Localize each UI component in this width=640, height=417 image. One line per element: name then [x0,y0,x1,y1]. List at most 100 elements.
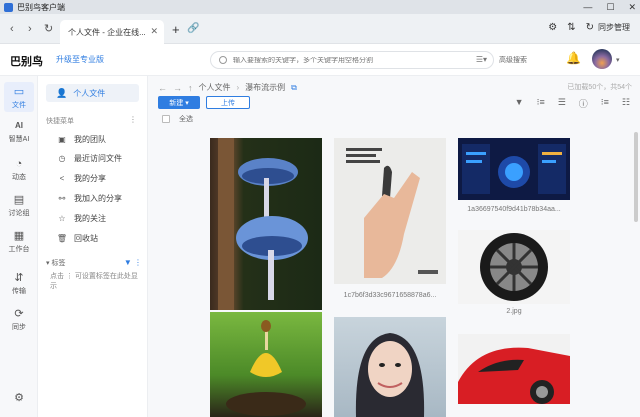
rail-item-activity[interactable]: ◔ 动态 [0,158,38,182]
maximize-icon[interactable]: ☐ [606,2,614,13]
search-box[interactable]: ☰▾ [210,51,494,69]
clock-icon: ◷ [58,154,66,163]
tab-personal-files[interactable]: 个人文件 - 企业在线... ✕ [60,20,164,44]
sidebar-item-joined-shares[interactable]: ⚯ 我加入的分享 [56,193,122,204]
load-count: 已加载50个，共54个 [567,84,632,91]
advanced-search-link[interactable]: 高级搜索 [499,55,527,65]
sidebar-item-recycle-bin[interactable]: 🗑 回收站 [56,233,98,244]
rail-item-discussion[interactable]: ▤ 讨论组 [0,194,38,218]
tabbar-tools: ⚙ ⇅ ↻ 同步管理 [548,22,630,33]
tab-close-icon[interactable]: ✕ [150,26,158,37]
tab-bar: ‹ › ↻ 个人文件 - 企业在线... ✕ + 🔗 ⚙ ⇅ ↻ 同步管理 [0,14,640,44]
upgrade-link[interactable]: 升级至专业版 [56,54,104,65]
rail-label: 同步 [12,324,26,331]
select-all-checkbox[interactable] [162,115,170,123]
detail-list-icon[interactable]: ⁝≡ [537,97,545,110]
image-thumbnail[interactable] [458,230,570,304]
sidebar-item-label: 我的团队 [74,135,106,144]
chevron-down-icon[interactable]: ▾ [616,56,620,64]
sidebar-item-label: 我的分享 [74,174,106,183]
copy-link-icon[interactable]: ⧉ [291,83,297,93]
upload-button[interactable]: 上传 [206,96,250,109]
gear-icon[interactable]: ⚙ [548,22,557,33]
breadcrumb-root[interactable]: 个人文件 [199,82,231,93]
forward-arrow-icon[interactable]: → [173,83,182,93]
file-name[interactable]: 1a36697540f9d41b78b34aa... [458,206,570,213]
list-icon[interactable]: ☰ [558,97,566,110]
file-name[interactable]: 1c7b6f3d33c9671658878a6... [334,292,446,299]
rail-item-sync[interactable]: ⟳ 同步 [0,308,38,332]
close-window-icon[interactable]: ✕ [628,2,636,13]
sync-arrows-icon[interactable]: ⇅ [567,22,575,33]
grid-icon[interactable]: ☷ [622,97,630,110]
window-title: 巴别鸟客户端 [17,2,65,12]
add-tab-icon[interactable]: + [172,22,180,37]
sort-icon[interactable]: ⁝≡ [601,97,609,110]
avatar[interactable] [592,49,612,69]
bell-icon[interactable]: 🔔 [566,51,581,65]
back-icon[interactable]: ‹ [10,23,14,35]
sync-icon[interactable]: ↻ [586,22,594,33]
image-thumbnail[interactable] [334,317,446,417]
ai-icon: AI [15,121,23,130]
file-name[interactable]: 2.jpg [458,308,570,315]
image-thumbnail[interactable] [210,138,322,310]
file-icon: ▭ [13,86,25,98]
filter-icon[interactable]: ☰▾ [476,55,487,64]
select-all[interactable]: 全选 [162,114,193,124]
rail-item-ai[interactable]: AI 智慧AI [0,120,38,144]
tags-label: ▾ 标签 [46,260,66,267]
rail-item-files[interactable]: ▭ 文件 [4,82,34,112]
rail-label: 传输 [12,288,26,295]
app-header: 巴别鸟 升级至专业版 ☰▾ 高级搜索 🔔 ▾ [0,44,640,76]
forward-icon[interactable]: › [28,23,32,35]
hand-illustration [346,148,438,278]
sync-manage-link[interactable]: 同步管理 [598,22,630,33]
tags-header[interactable]: ▾ 标签 ▼ ⋮ [46,258,142,268]
rail-item-settings[interactable]: ⚙ [0,392,38,404]
rail-item-transfer[interactable]: ⇵ 传输 [0,272,38,296]
rail-label: 工作台 [8,246,30,253]
filter-icon[interactable]: ▼ [515,97,524,110]
view-toolbar: ▼ ⁝≡ ☰ ⓘ ⁝≡ ☷ [515,97,630,110]
image-thumbnail[interactable] [210,312,322,417]
up-arrow-icon[interactable]: ↑ [188,83,193,93]
back-arrow-icon[interactable]: ← [158,83,167,93]
sidebar-item-label: 最近访问文件 [74,154,122,163]
rail-item-workbench[interactable]: ▦ 工作台 [0,230,38,254]
more-icon[interactable]: ⋮ [129,115,137,124]
star-icon: ☆ [58,214,66,223]
sidebar-item-my-team[interactable]: ▣ 我的团队 [56,134,106,145]
rail-label: 文件 [12,102,26,109]
search-input[interactable] [233,56,453,64]
sidebar-item-personal-files[interactable]: 👤 个人文件 [46,84,139,102]
rail-label: 智慧AI [8,136,30,143]
car-illustration [458,347,570,404]
trash-icon: 🗑 [56,234,68,243]
scrollbar[interactable] [634,132,638,222]
reload-icon[interactable]: ↻ [44,23,53,35]
image-thumbnail[interactable] [458,334,570,404]
rail-label: 讨论组 [8,210,30,217]
sidebar-item-my-shares[interactable]: < 我的分享 [56,173,106,184]
mushroom-illustration [218,138,308,310]
tags-tools[interactable]: ▼ ⋮ [124,258,142,267]
app-logo-icon [4,2,13,12]
info-icon[interactable]: ⓘ [579,97,588,110]
image-thumbnail[interactable] [334,138,446,284]
sidebar-item-recent[interactable]: ◷ 最近访问文件 [56,153,123,164]
select-all-label: 全选 [179,116,193,123]
dashboard-illustration [462,144,566,194]
quick-menu-label: 快捷菜单 [46,118,74,125]
image-thumbnail[interactable] [458,138,570,200]
yellow-mushroom-illustration [226,320,306,416]
side-panel: 👤 个人文件 快捷菜单 ⋮ ▣ 我的团队 ◷ 最近访问文件 < 我的分享 ⚯ 我… [38,76,148,417]
new-button[interactable]: 新建 ▾ [158,96,200,109]
portrait-illustration [355,333,425,417]
chat-icon: ▤ [13,194,25,206]
link-icon[interactable]: 🔗 [187,23,199,34]
window-controls: — ☐ ✕ [583,0,636,14]
minimize-icon[interactable]: — [583,2,592,12]
team-icon: ▣ [58,135,66,144]
sidebar-item-following[interactable]: ☆ 我的关注 [56,213,106,224]
